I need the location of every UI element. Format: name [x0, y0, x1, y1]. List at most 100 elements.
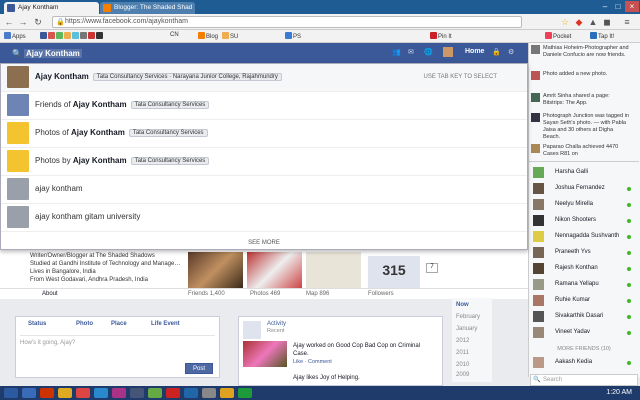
- about-link[interactable]: About: [42, 291, 58, 297]
- taskbar-app-icon[interactable]: [148, 388, 162, 398]
- activity-thumbnail[interactable]: [243, 341, 287, 367]
- chat-friend[interactable]: Ramana Yellapu: [533, 277, 637, 292]
- menu-icon[interactable]: ≡: [622, 17, 632, 27]
- start-icon[interactable]: [4, 388, 18, 398]
- timeline-item[interactable]: 2010: [456, 362, 469, 368]
- taskbar-app-icon[interactable]: [76, 388, 90, 398]
- activity-title[interactable]: Activity: [267, 321, 286, 327]
- see-more-link[interactable]: SEE MORE: [1, 240, 527, 246]
- avatar[interactable]: [443, 47, 453, 57]
- tab-facebook[interactable]: Ajay Kontham: [4, 2, 99, 14]
- ticker-item[interactable]: Photograph Junction was tagged in Sayan …: [531, 113, 631, 141]
- taskbar-app-icon[interactable]: [220, 388, 234, 398]
- search-result-row[interactable]: Photos by Ajay Kontham Tata Consultancy S…: [1, 148, 527, 176]
- system-clock: 1:20 AM: [606, 389, 632, 396]
- more-friends-label: MORE FRIENDS (10): [557, 346, 611, 352]
- timeline-item[interactable]: Now: [456, 302, 469, 308]
- bookmark-item[interactable]: SU: [222, 32, 238, 40]
- lock-icon[interactable]: 🔒: [492, 48, 501, 56]
- address-bar[interactable]: 🔒 https://www.facebook.com/ajaykontham: [52, 16, 522, 28]
- tab-blogger[interactable]: Blogger: The Shaded Shad: [100, 2, 195, 14]
- chat-friend[interactable]: Harsha Galli: [533, 165, 637, 180]
- tab-place[interactable]: Place: [111, 321, 127, 327]
- chat-friend[interactable]: Nennagadda Sushvanth: [533, 229, 637, 244]
- photos-stat[interactable]: Photos 469: [250, 291, 280, 297]
- chat-friend[interactable]: Nikon Shooters: [533, 213, 637, 228]
- extension-icon[interactable]: ◼: [602, 17, 612, 27]
- activity-item: Ajay worked on Good Cop Bad Cop on Crimi…: [293, 343, 421, 357]
- close-icon[interactable]: ×: [625, 1, 639, 12]
- chat-friend[interactable]: Rajesh Konthan: [533, 261, 637, 276]
- bookmark-item[interactable]: Tap It!: [590, 32, 614, 40]
- friends-thumbnail[interactable]: [188, 252, 243, 288]
- messages-icon[interactable]: ✉: [408, 48, 414, 56]
- friends-stat[interactable]: Friends 1,400: [188, 291, 225, 297]
- ticker-item[interactable]: Mathias Hoheim-Photographer and Daniele …: [531, 45, 631, 59]
- tab-status[interactable]: Status: [28, 321, 46, 327]
- back-icon[interactable]: ←: [4, 17, 14, 27]
- chat-friend[interactable]: Ruhie Kumar: [533, 293, 637, 308]
- count-badge[interactable]: 7: [426, 263, 438, 273]
- chat-search-input[interactable]: 🔍 Search: [530, 374, 638, 386]
- chat-friend[interactable]: Sivakarthik Dasari: [533, 309, 637, 324]
- minimize-icon[interactable]: –: [598, 1, 612, 12]
- star-icon[interactable]: ☆: [560, 17, 570, 27]
- map-stat[interactable]: Map 896: [306, 291, 329, 297]
- taskbar-app-icon[interactable]: [238, 388, 252, 398]
- search-result-row[interactable]: ajay kontham: [1, 176, 527, 204]
- taskbar-app-icon[interactable]: [40, 388, 54, 398]
- extension-icon[interactable]: ◆: [574, 17, 584, 27]
- search-input[interactable]: 🔍 Ajay Kontham: [10, 47, 370, 60]
- extension-icon[interactable]: ▲: [588, 17, 598, 27]
- taskbar-app-icon[interactable]: [94, 388, 108, 398]
- os-taskbar: 1:20 AM: [0, 386, 640, 400]
- timeline-item[interactable]: 2012: [456, 338, 469, 344]
- online-status-icon: [627, 361, 631, 365]
- chat-friend[interactable]: Neelyu Mirella: [533, 197, 637, 212]
- search-result-row[interactable]: Photos of Ajay Kontham Tata Consultancy S…: [1, 120, 527, 148]
- taskbar-app-icon[interactable]: [112, 388, 126, 398]
- tab-life-event[interactable]: Life Event: [151, 321, 180, 327]
- timeline-item[interactable]: January: [456, 326, 477, 332]
- bookmark-item[interactable]: Blog: [198, 32, 218, 40]
- bookmark-item[interactable]: Pocket: [545, 32, 571, 40]
- chat-friend[interactable]: Vineet Yadav: [533, 325, 637, 340]
- bookmarks-bar: Apps CN Blog SU PS Pin It Pocket Tap It!: [0, 30, 640, 43]
- chat-friend[interactable]: Praneeth Yvs: [533, 245, 637, 260]
- ticker-item[interactable]: Paparao Challa achieved 4470 Cases R81 o…: [531, 144, 631, 158]
- taskbar-app-icon[interactable]: [58, 388, 72, 398]
- home-link[interactable]: Home: [465, 48, 484, 55]
- chat-friend[interactable]: Joshua Fernandez: [533, 181, 637, 196]
- search-result-row[interactable]: Friends of Ajay Kontham Tata Consultancy …: [1, 92, 527, 120]
- search-result-row[interactable]: Ajay Kontham Tata Consultancy Services · …: [1, 64, 527, 92]
- maximize-icon[interactable]: □: [611, 1, 625, 12]
- photos-thumbnail[interactable]: [247, 252, 302, 288]
- taskbar-app-icon[interactable]: [22, 388, 36, 398]
- taskbar-app-icon[interactable]: [184, 388, 198, 398]
- timeline-item[interactable]: February: [456, 314, 480, 320]
- taskbar-app-icon[interactable]: [130, 388, 144, 398]
- bookmark-item[interactable]: PS: [285, 32, 301, 40]
- timeline-item[interactable]: 2011: [456, 350, 469, 356]
- search-result-row[interactable]: ajay kontham gitam university: [1, 204, 527, 232]
- bookmark-item[interactable]: Pin It: [430, 32, 452, 40]
- tab-photo[interactable]: Photo: [76, 321, 93, 327]
- chat-friend[interactable]: Aakash Kedia: [533, 355, 637, 370]
- bookmark-item[interactable]: Apps: [4, 32, 26, 40]
- post-button[interactable]: Post: [185, 363, 213, 374]
- like-comment-links[interactable]: Like · Comment: [293, 359, 332, 365]
- reload-icon[interactable]: ↻: [33, 17, 43, 27]
- ticker-item[interactable]: Amrit Sinha shared a page: Bitstrips: Th…: [531, 93, 631, 107]
- friend-requests-icon[interactable]: 👥: [392, 48, 401, 56]
- timeline-item[interactable]: 2009: [456, 372, 469, 378]
- map-thumbnail[interactable]: [306, 252, 361, 288]
- status-input[interactable]: How's it going, Ajay?: [20, 335, 215, 363]
- taskbar-app-icon[interactable]: [166, 388, 180, 398]
- ticker-item[interactable]: Photo added a new photo.: [531, 71, 631, 80]
- notifications-icon[interactable]: 🌐: [424, 48, 433, 56]
- followers-stat[interactable]: Followers: [368, 291, 394, 297]
- taskbar-app-icon[interactable]: [202, 388, 216, 398]
- settings-icon[interactable]: ⚙: [508, 48, 514, 56]
- bookmark-item[interactable]: CN: [170, 32, 179, 38]
- forward-icon[interactable]: →: [18, 17, 28, 27]
